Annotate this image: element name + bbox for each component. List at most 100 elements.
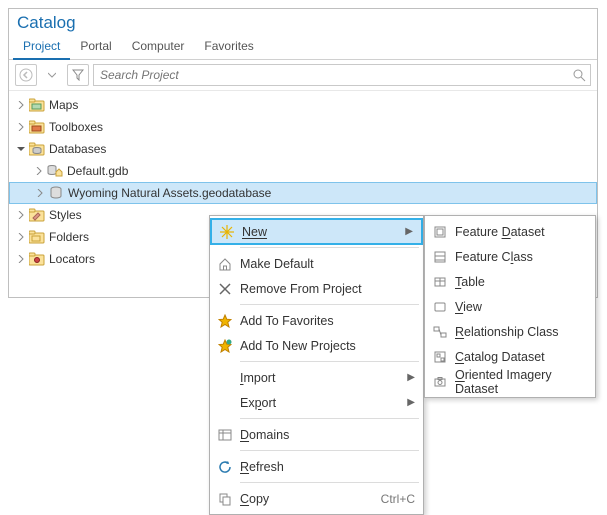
blank-icon bbox=[214, 369, 236, 387]
locators-folder-icon bbox=[29, 251, 45, 267]
menu-label: Table bbox=[455, 275, 587, 289]
tree-label: Toolboxes bbox=[49, 120, 103, 134]
tree-label: Styles bbox=[49, 208, 82, 222]
tree-label: Wyoming Natural Assets.geodatabase bbox=[68, 186, 271, 200]
tree-item-databases[interactable]: Databases bbox=[9, 138, 597, 160]
blank-icon bbox=[214, 394, 236, 412]
menu-item-catalog-dataset[interactable]: Catalog Dataset bbox=[425, 344, 595, 369]
menu-label: Catalog Dataset bbox=[455, 350, 587, 364]
tab-bar: Project Portal Computer Favorites bbox=[9, 35, 597, 60]
tree-item-default-gdb[interactable]: Default.gdb bbox=[9, 160, 597, 182]
collapse-icon[interactable] bbox=[15, 143, 27, 155]
new-icon bbox=[216, 223, 238, 241]
tab-computer[interactable]: Computer bbox=[122, 35, 195, 59]
star-icon bbox=[214, 312, 236, 330]
toolboxes-folder-icon bbox=[29, 119, 45, 135]
menu-item-oriented-imagery[interactable]: Oriented Imagery Dataset bbox=[425, 369, 595, 394]
menu-label: New bbox=[242, 225, 399, 239]
feature-class-icon bbox=[429, 248, 451, 266]
databases-folder-icon bbox=[29, 141, 45, 157]
menu-item-view[interactable]: View bbox=[425, 294, 595, 319]
panel-title: Catalog bbox=[9, 9, 597, 35]
tree-label: Locators bbox=[49, 252, 95, 266]
menu-item-new[interactable]: New ▶ bbox=[210, 218, 423, 245]
expand-icon[interactable] bbox=[15, 253, 27, 265]
toolbar bbox=[9, 60, 597, 91]
filter-icon bbox=[72, 69, 84, 81]
menu-item-relationship-class[interactable]: Relationship Class bbox=[425, 319, 595, 344]
feature-dataset-icon bbox=[429, 223, 451, 241]
copy-icon bbox=[214, 490, 236, 508]
menu-item-feature-class[interactable]: Feature Class bbox=[425, 244, 595, 269]
menu-item-add-favorites[interactable]: Add To Favorites bbox=[210, 308, 423, 333]
menu-label: Feature Dataset bbox=[455, 225, 587, 239]
refresh-icon bbox=[214, 458, 236, 476]
menu-item-import[interactable]: Import ▶ bbox=[210, 365, 423, 390]
expand-icon[interactable] bbox=[15, 231, 27, 243]
gdb-icon bbox=[48, 185, 64, 201]
tree-item-maps[interactable]: Maps bbox=[9, 94, 597, 116]
menu-label: Feature Class bbox=[455, 250, 587, 264]
view-icon bbox=[429, 298, 451, 316]
search-icon bbox=[573, 69, 586, 82]
menu-label: Add To New Projects bbox=[240, 339, 415, 353]
expand-icon[interactable] bbox=[15, 121, 27, 133]
menu-label: Import bbox=[240, 371, 401, 385]
context-menu: New ▶ Make Default Remove From Project A… bbox=[209, 215, 424, 515]
separator bbox=[240, 482, 419, 483]
menu-item-remove[interactable]: Remove From Project bbox=[210, 276, 423, 301]
chevron-down-icon bbox=[48, 71, 56, 79]
back-button[interactable] bbox=[15, 64, 37, 86]
tree-label: Default.gdb bbox=[67, 164, 128, 178]
menu-label: Add To Favorites bbox=[240, 314, 415, 328]
expand-icon[interactable] bbox=[15, 99, 27, 111]
styles-folder-icon bbox=[29, 207, 45, 223]
separator bbox=[240, 450, 419, 451]
tab-portal[interactable]: Portal bbox=[70, 35, 121, 59]
back-dropdown[interactable] bbox=[41, 64, 63, 86]
menu-label: Refresh bbox=[240, 460, 415, 474]
context-submenu-new: Feature Dataset Feature Class Table View… bbox=[424, 215, 596, 398]
search-box[interactable] bbox=[93, 64, 591, 86]
expand-icon[interactable] bbox=[33, 165, 45, 177]
submenu-arrow-icon: ▶ bbox=[407, 397, 415, 408]
separator bbox=[240, 247, 419, 248]
tree-label: Databases bbox=[49, 142, 106, 156]
menu-item-refresh[interactable]: Refresh bbox=[210, 454, 423, 479]
menu-item-copy[interactable]: Copy Ctrl+C bbox=[210, 486, 423, 511]
separator bbox=[240, 304, 419, 305]
folders-icon bbox=[29, 229, 45, 245]
tree-item-wyoming-gdb[interactable]: Wyoming Natural Assets.geodatabase bbox=[9, 182, 597, 204]
menu-item-feature-dataset[interactable]: Feature Dataset bbox=[425, 219, 595, 244]
tab-project[interactable]: Project bbox=[13, 35, 70, 60]
domains-icon bbox=[214, 426, 236, 444]
expand-icon[interactable] bbox=[34, 187, 46, 199]
filter-button[interactable] bbox=[67, 64, 89, 86]
menu-label: Oriented Imagery Dataset bbox=[455, 368, 587, 396]
menu-item-table[interactable]: Table bbox=[425, 269, 595, 294]
relationship-icon bbox=[429, 323, 451, 341]
table-icon bbox=[429, 273, 451, 291]
oriented-imagery-icon bbox=[429, 373, 451, 391]
menu-item-domains[interactable]: Domains bbox=[210, 422, 423, 447]
submenu-arrow-icon: ▶ bbox=[405, 226, 413, 237]
menu-shortcut: Ctrl+C bbox=[381, 492, 415, 506]
menu-item-make-default[interactable]: Make Default bbox=[210, 251, 423, 276]
back-arrow-icon bbox=[19, 68, 33, 82]
submenu-arrow-icon: ▶ bbox=[407, 372, 415, 383]
menu-label: Remove From Project bbox=[240, 282, 415, 296]
remove-icon bbox=[214, 280, 236, 298]
menu-label: Export bbox=[240, 396, 401, 410]
tree-item-toolboxes[interactable]: Toolboxes bbox=[9, 116, 597, 138]
menu-item-add-new-projects[interactable]: Add To New Projects bbox=[210, 333, 423, 358]
home-icon bbox=[214, 255, 236, 273]
separator bbox=[240, 418, 419, 419]
tree-label: Maps bbox=[49, 98, 78, 112]
search-input[interactable] bbox=[98, 67, 573, 83]
tree-label: Folders bbox=[49, 230, 89, 244]
expand-icon[interactable] bbox=[15, 209, 27, 221]
tab-favorites[interactable]: Favorites bbox=[194, 35, 263, 59]
menu-item-export[interactable]: Export ▶ bbox=[210, 390, 423, 415]
menu-label: Domains bbox=[240, 428, 415, 442]
home-gdb-icon bbox=[47, 163, 63, 179]
